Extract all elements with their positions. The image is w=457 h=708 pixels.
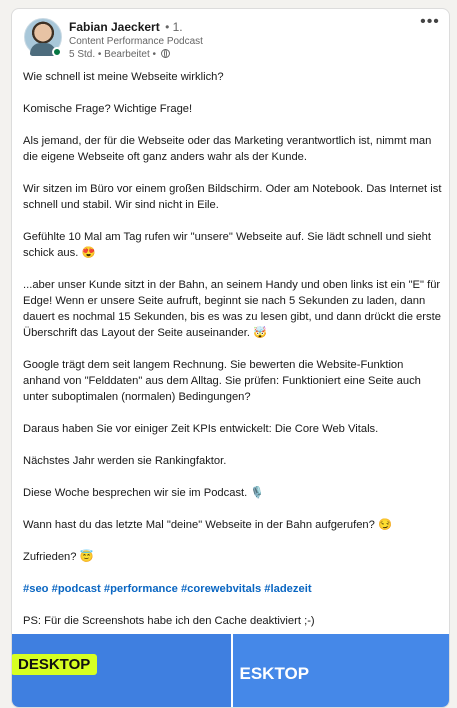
desktop-label-right: ESKTOP bbox=[239, 664, 310, 683]
post-image-right[interactable]: ESKTOP bbox=[232, 634, 449, 707]
post-paragraph-9: Nächstes Jahr werden sie Rankingfaktor. bbox=[23, 455, 227, 467]
hashtag-seo[interactable]: #seo bbox=[23, 583, 49, 595]
post-meta: 5 Std. • Bearbeitet • bbox=[69, 49, 170, 61]
hashtag-list: #seo #podcast #performance #corewebvital… bbox=[23, 581, 443, 597]
author-headline: Content Performance Podcast bbox=[69, 36, 203, 47]
post-paragraph-10: Diese Woche besprechen wir sie im Podcas… bbox=[23, 487, 265, 499]
online-status-icon bbox=[52, 47, 62, 57]
post-paragraph-6: ...aber unser Kunde sitzt in der Bahn, a… bbox=[23, 279, 441, 339]
post-paragraph-3: Als jemand, der für die Webseite oder da… bbox=[23, 135, 432, 163]
post-image-gallery: DESKTOP ESKTOP bbox=[12, 634, 449, 707]
post-paragraph-11: Wann hast du das letzte Mal "deine" Webs… bbox=[23, 519, 392, 531]
feed-post-card: Fabian Jaeckert • 1. Content Performance… bbox=[11, 8, 450, 708]
hashtag-corewebvitals[interactable]: #corewebvitals bbox=[181, 583, 261, 595]
hashtag-ladezeit[interactable]: #ladezeit bbox=[264, 583, 311, 595]
post-paragraph-1: Wie schnell ist meine Webseite wirklich? bbox=[23, 71, 224, 83]
connection-degree: • 1. bbox=[165, 20, 183, 34]
author-line: Fabian Jaeckert • 1. bbox=[69, 20, 183, 34]
post-paragraph-4: Wir sitzen im Büro vor einem großen Bild… bbox=[23, 183, 442, 211]
hashtag-podcast[interactable]: #podcast bbox=[52, 583, 101, 595]
post-content: Wie schnell ist meine Webseite wirklich?… bbox=[23, 69, 443, 645]
public-globe-icon bbox=[160, 49, 170, 58]
post-ps-note: PS: Für die Screenshots habe ich den Cac… bbox=[23, 615, 315, 627]
post-paragraph-7: Google trägt dem seit langem Rechnung. S… bbox=[23, 359, 421, 403]
post-paragraph-2: Komische Frage? Wichtige Frage! bbox=[23, 103, 193, 115]
more-options-button[interactable]: ••• bbox=[419, 14, 441, 31]
post-paragraph-5: Gefühlte 10 Mal am Tag rufen wir "unsere… bbox=[23, 231, 432, 259]
hashtag-performance[interactable]: #performance bbox=[104, 583, 178, 595]
author-name[interactable]: Fabian Jaeckert bbox=[69, 20, 160, 34]
post-image-left[interactable]: DESKTOP bbox=[12, 634, 231, 707]
post-time-and-edit-status: 5 Std. • Bearbeitet • bbox=[69, 49, 157, 60]
desktop-label-left: DESKTOP bbox=[12, 654, 98, 675]
post-paragraph-12: Zufrieden? 😇 bbox=[23, 551, 94, 563]
more-horizontal-icon: ••• bbox=[420, 13, 440, 30]
post-paragraph-8: Daraus haben Sie vor einiger Zeit KPIs e… bbox=[23, 423, 379, 435]
post-header: Fabian Jaeckert • 1. Content Performance… bbox=[12, 9, 449, 65]
